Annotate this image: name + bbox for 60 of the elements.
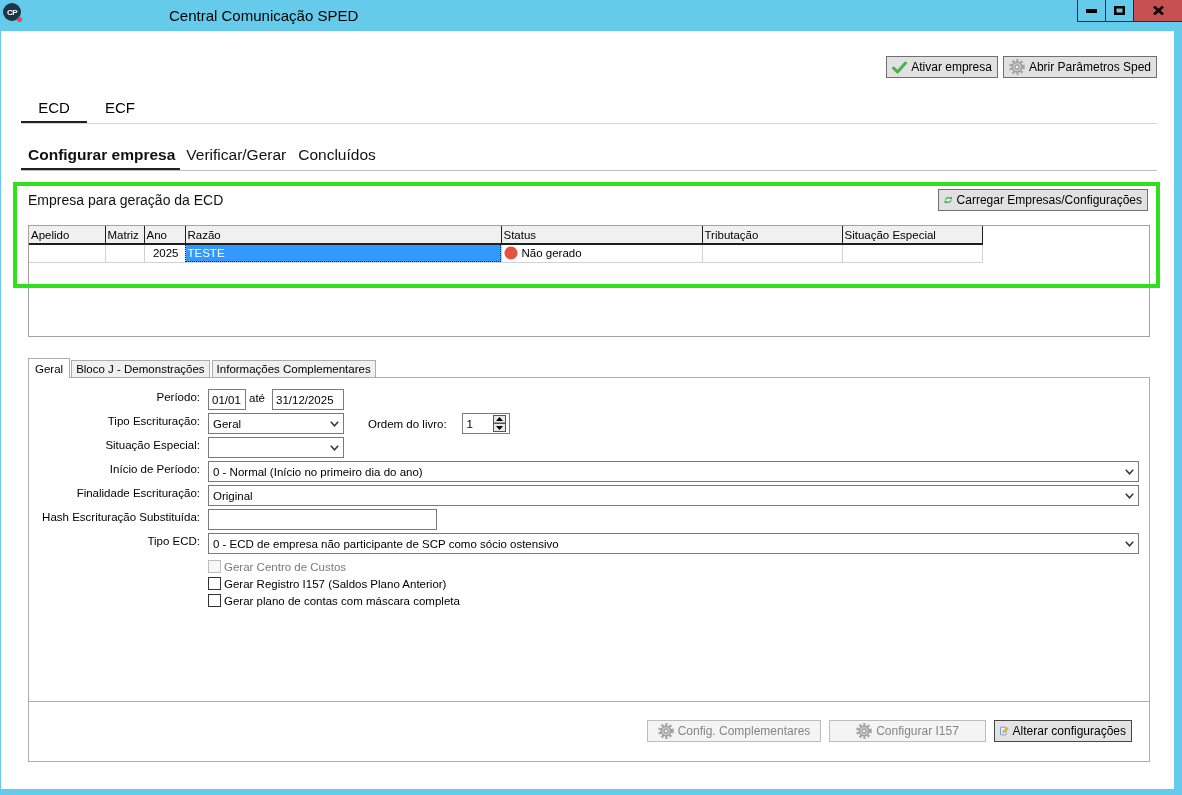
- checkbox[interactable]: [208, 577, 221, 590]
- dropdown[interactable]: 0 - Normal (Início no primeiro dia do ano): [208, 461, 1139, 482]
- checkbox-label: Gerar Centro de Custos: [224, 560, 347, 573]
- column-header: Matriz: [105, 226, 144, 244]
- checkbox-label: Gerar plano de contas com máscara completa: [224, 594, 460, 607]
- field-label: Tipo ECD:: [146, 534, 200, 549]
- section-title: Empresa para geração da ECD: [28, 192, 224, 208]
- spinner-arrows-icon: [492, 415, 506, 432]
- field-label: Início de Período:: [108, 462, 200, 477]
- parameters-button[interactable]: Abrir Parâmetros Sped: [1002, 56, 1157, 78]
- tab[interactable]: Configurar empresa: [21, 124, 181, 170]
- tab[interactable]: Concluídos: [292, 124, 382, 170]
- gear-icon: [1008, 59, 1025, 75]
- field-label: Finalidade Escrituração:: [75, 486, 200, 501]
- maximize-icon: [1114, 6, 1125, 15]
- checkbox[interactable]: [208, 594, 221, 607]
- gear-icon: [856, 723, 873, 739]
- field-label: Hash Escrituração Substituída:: [41, 510, 200, 525]
- column-header: Situação Especial: [842, 226, 982, 244]
- column-header: Ano: [144, 226, 185, 244]
- tab[interactable]: ECD: [21, 78, 87, 123]
- field-label: Situação Especial:: [104, 438, 200, 453]
- caret-icon: [1125, 540, 1134, 547]
- column-header: Apelido: [29, 226, 105, 244]
- window-title: Central Comunicação SPED: [169, 7, 359, 24]
- column-header: Tributação: [702, 226, 842, 244]
- caret-icon: [1125, 492, 1134, 499]
- tab[interactable]: ECF: [87, 78, 153, 123]
- separator-label: até: [249, 391, 265, 404]
- tab[interactable]: Bloco J - Demonstrações: [71, 360, 210, 377]
- date-field[interactable]: 01/01: [208, 389, 246, 410]
- gear-icon: [657, 723, 674, 739]
- close-button[interactable]: [1134, 0, 1182, 21]
- dropdown[interactable]: Original: [208, 485, 1139, 506]
- column-header: Razão: [185, 226, 501, 244]
- checkbox-label: Gerar Registro I157 (Saldos Plano Anterior): [224, 577, 447, 590]
- load-button[interactable]: Carregar Empresas/Configurações: [938, 189, 1148, 211]
- caret-icon: [330, 444, 339, 451]
- tab[interactable]: Geral: [28, 358, 71, 378]
- change-settings-button[interactable]: Alterar configurações: [994, 720, 1132, 742]
- dropdown[interactable]: [208, 437, 344, 458]
- minimize-icon: [1086, 8, 1097, 13]
- app-logo: CP: [3, 3, 21, 21]
- dropdown[interactable]: 0 - ECD de empresa não participante de SCP como sócio ostensivo: [208, 533, 1139, 554]
- column-header: Status: [501, 226, 702, 244]
- check-icon: [892, 60, 908, 74]
- caret-icon: [330, 420, 339, 427]
- date-field[interactable]: 31/12/2025: [272, 389, 344, 410]
- activate-button[interactable]: Ativar empresa: [886, 56, 998, 78]
- spinner-field[interactable]: 1: [461, 413, 510, 434]
- field-label: Ordem do livro:: [368, 417, 447, 430]
- tab[interactable]: Verificar/Gerar: [180, 124, 293, 170]
- tab[interactable]: Informações Complementares: [211, 360, 376, 377]
- field-label: Período:: [155, 390, 200, 405]
- status-label: Não gerado: [521, 247, 582, 260]
- close-icon: [1152, 6, 1164, 15]
- caret-icon: [1125, 468, 1134, 475]
- dropdown[interactable]: Geral: [208, 413, 344, 434]
- input-field[interactable]: [208, 509, 437, 530]
- field-label: Tipo Escrituração:: [106, 414, 200, 429]
